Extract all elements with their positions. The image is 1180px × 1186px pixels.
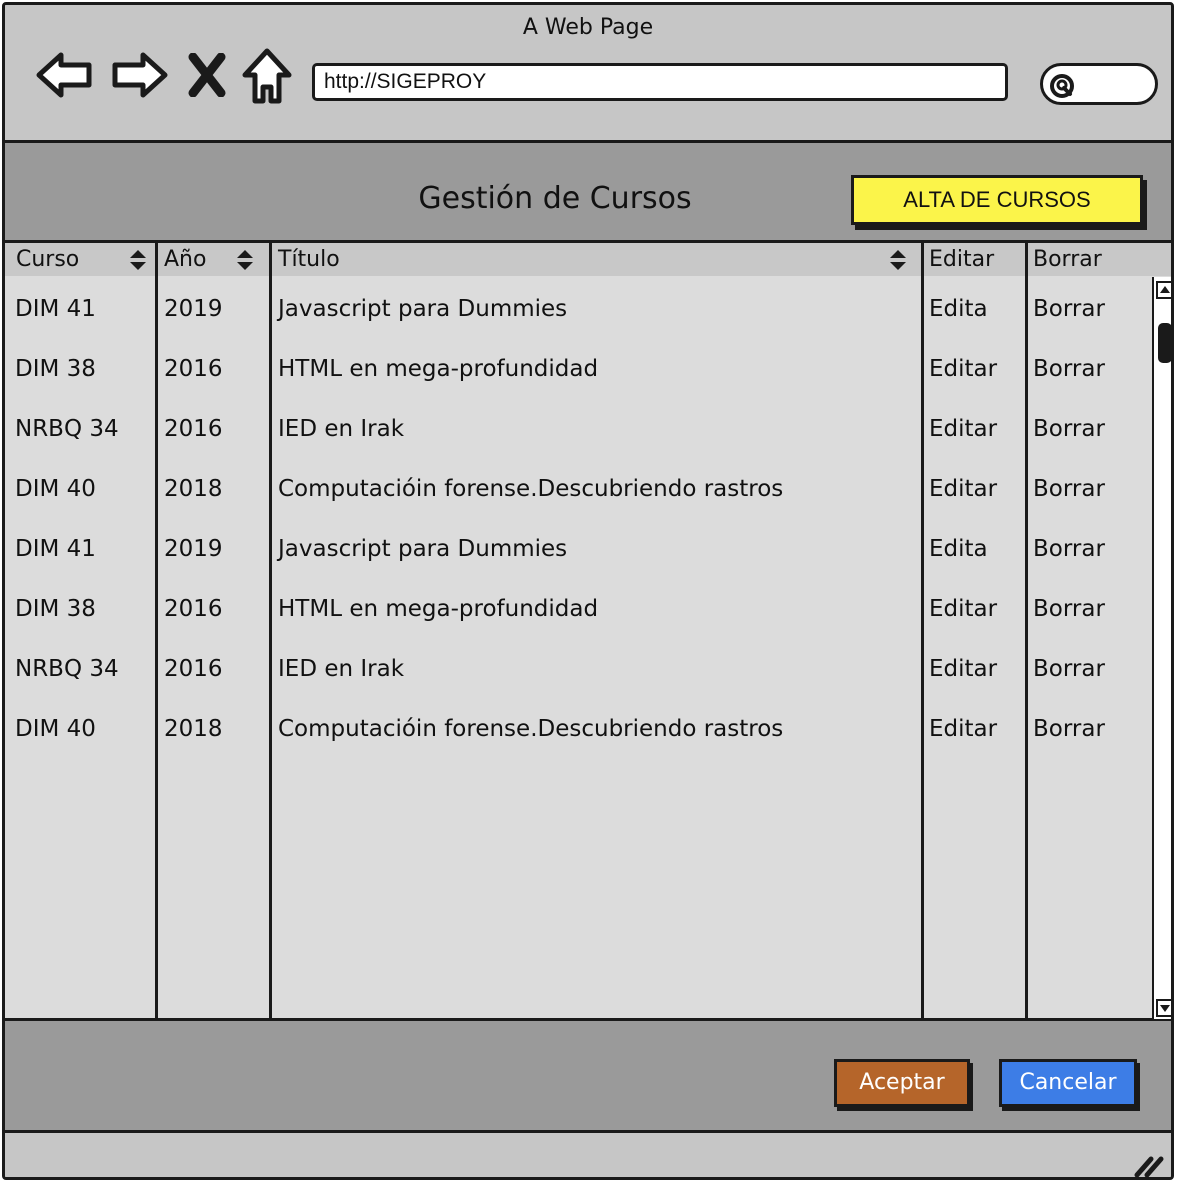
- scrollbar-thumb[interactable]: [1158, 323, 1171, 363]
- cell-titulo: Javascript para Dummies: [278, 296, 568, 322]
- page-heading: Gestión de Cursos: [418, 181, 692, 216]
- url-input[interactable]: http://SIGEPROY: [312, 63, 1008, 101]
- status-bar: [5, 1133, 1171, 1179]
- courses-table: Curso Año Título Editar Borrar DIM 41 20…: [5, 243, 1171, 1021]
- cell-curso: DIM 38: [15, 356, 96, 382]
- forward-arrow-icon[interactable]: [109, 49, 169, 101]
- resize-grip-icon[interactable]: [1131, 1149, 1165, 1179]
- window-title: A Web Page: [522, 15, 654, 40]
- cell-anio: 2018: [164, 716, 223, 742]
- cell-anio: 2016: [164, 356, 223, 382]
- edit-link[interactable]: Editar: [929, 579, 997, 639]
- table-row[interactable]: DIM 40 2018 Computacióin forense.Descubr…: [5, 459, 1150, 519]
- cell-anio: 2019: [164, 536, 223, 562]
- table-row[interactable]: NRBQ 34 2016 IED en Irak Editar Borrar: [5, 399, 1150, 459]
- edit-link[interactable]: Editar: [929, 459, 997, 519]
- sort-icon[interactable]: [889, 249, 907, 271]
- cell-titulo: HTML en mega-profundidad: [278, 596, 599, 622]
- delete-link[interactable]: Borrar: [1033, 399, 1105, 459]
- table-row[interactable]: NRBQ 34 2016 IED en Irak Editar Borrar: [5, 639, 1150, 699]
- table-row[interactable]: DIM 38 2016 HTML en mega-profundidad Edi…: [5, 579, 1150, 639]
- delete-link[interactable]: Borrar: [1033, 699, 1105, 759]
- close-icon[interactable]: [187, 53, 227, 97]
- header-editar: Editar: [929, 247, 995, 272]
- back-arrow-icon[interactable]: [35, 49, 95, 101]
- cell-curso: DIM 41: [15, 296, 96, 322]
- cell-curso: DIM 40: [15, 716, 96, 742]
- delete-link[interactable]: Borrar: [1033, 459, 1105, 519]
- cell-anio: 2016: [164, 416, 223, 442]
- header-titulo[interactable]: Título: [278, 247, 340, 272]
- cell-titulo: IED en Irak: [278, 416, 405, 442]
- search-field[interactable]: [1040, 63, 1158, 105]
- delete-link[interactable]: Borrar: [1033, 279, 1105, 339]
- alta-cursos-button[interactable]: ALTA DE CURSOS: [851, 175, 1143, 225]
- page-header: Gestión de Cursos ALTA DE CURSOS: [5, 143, 1171, 243]
- cell-curso: DIM 40: [15, 476, 96, 502]
- table-row[interactable]: DIM 38 2016 HTML en mega-profundidad Edi…: [5, 339, 1150, 399]
- edit-link[interactable]: Editar: [929, 639, 997, 699]
- cell-anio: 2016: [164, 656, 223, 682]
- sort-icon[interactable]: [236, 249, 254, 271]
- footer-bar: Aceptar Cancelar: [5, 1021, 1171, 1133]
- edit-link[interactable]: Edita: [929, 519, 988, 579]
- cell-titulo: Javascript para Dummies: [278, 536, 568, 562]
- cell-titulo: Computacióin forense.Descubriendo rastro…: [278, 716, 784, 742]
- cell-titulo: HTML en mega-profundidad: [278, 356, 599, 382]
- cancel-button[interactable]: Cancelar: [999, 1059, 1137, 1107]
- table-row[interactable]: DIM 41 2019 Javascript para Dummies Edit…: [5, 519, 1150, 579]
- cell-curso: NRBQ 34: [15, 656, 119, 682]
- search-icon: [1050, 74, 1074, 98]
- edit-link[interactable]: Edita: [929, 279, 988, 339]
- edit-link[interactable]: Editar: [929, 339, 997, 399]
- browser-window: A Web Page http://SIGEPROY Gestión de Cu…: [2, 2, 1174, 1180]
- cell-titulo: Computacióin forense.Descubriendo rastro…: [278, 476, 784, 502]
- scroll-up-arrow-icon[interactable]: [1156, 281, 1174, 299]
- scroll-down-arrow-icon[interactable]: [1156, 999, 1174, 1017]
- header-borrar: Borrar: [1033, 247, 1102, 272]
- cell-anio: 2016: [164, 596, 223, 622]
- table-row[interactable]: DIM 41 2019 Javascript para Dummies Edit…: [5, 279, 1150, 339]
- header-curso[interactable]: Curso: [16, 247, 79, 272]
- header-anio[interactable]: Año: [164, 247, 206, 272]
- delete-link[interactable]: Borrar: [1033, 639, 1105, 699]
- cell-titulo: IED en Irak: [278, 656, 405, 682]
- browser-toolbar: A Web Page http://SIGEPROY: [5, 5, 1171, 143]
- delete-link[interactable]: Borrar: [1033, 339, 1105, 399]
- sort-icon[interactable]: [129, 249, 147, 271]
- accept-button[interactable]: Aceptar: [834, 1059, 970, 1107]
- delete-link[interactable]: Borrar: [1033, 579, 1105, 639]
- cell-curso: DIM 41: [15, 536, 96, 562]
- delete-link[interactable]: Borrar: [1033, 519, 1105, 579]
- cell-curso: DIM 38: [15, 596, 96, 622]
- vertical-scrollbar[interactable]: [1152, 277, 1174, 1019]
- edit-link[interactable]: Editar: [929, 399, 997, 459]
- cell-curso: NRBQ 34: [15, 416, 119, 442]
- cell-anio: 2018: [164, 476, 223, 502]
- edit-link[interactable]: Editar: [929, 699, 997, 759]
- cell-anio: 2019: [164, 296, 223, 322]
- table-row[interactable]: DIM 40 2018 Computacióin forense.Descubr…: [5, 699, 1150, 759]
- home-icon[interactable]: [241, 47, 293, 105]
